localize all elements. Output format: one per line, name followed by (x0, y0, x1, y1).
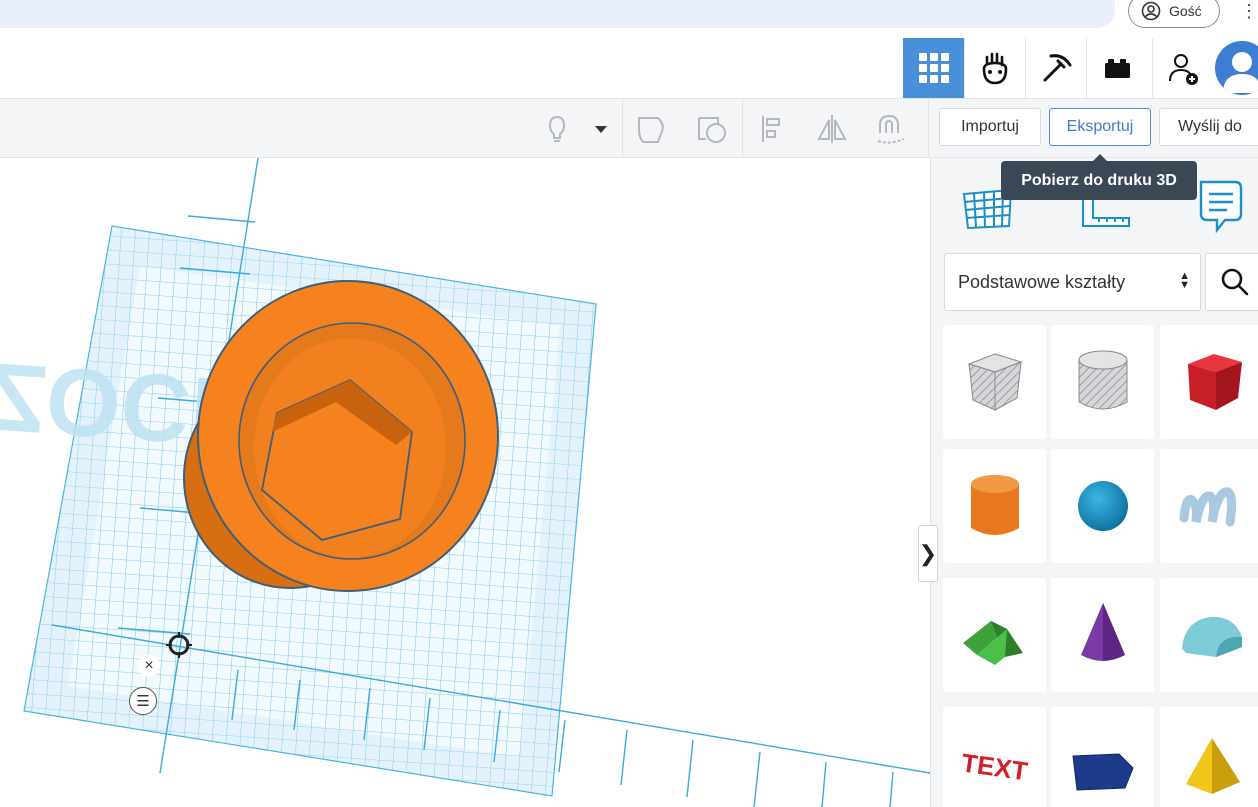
align-icon (762, 116, 780, 142)
address-bar[interactable] (0, 0, 1115, 28)
notes-button[interactable] (537, 109, 577, 149)
toolbar-divider (742, 99, 743, 158)
avatar-icon (1223, 52, 1258, 93)
app-window: Gość ⋮ Importuj Eksportuj Wyślij do ZOCK… (0, 0, 1258, 807)
workplane-menu-icon[interactable]: ☰ (129, 687, 157, 715)
browser-bar: Gość ⋮ (0, 0, 1258, 38)
3d-design-button[interactable] (903, 38, 964, 98)
shape-pyramid[interactable] (1160, 707, 1258, 807)
add-user-icon (1169, 54, 1198, 85)
shape-sphere[interactable] (1051, 449, 1154, 563)
shape-cone[interactable] (1051, 578, 1154, 692)
shape-box[interactable] (1160, 325, 1258, 439)
box-hole-icon (966, 353, 1023, 411)
shape-category-label: Podstawowe kształty (958, 271, 1126, 292)
shape-text[interactable]: TEXT (943, 707, 1046, 807)
bricks-icon (1105, 59, 1130, 78)
cone-icon (1080, 603, 1125, 661)
collapse-panel-button[interactable]: ❯ (918, 525, 938, 582)
ungroup-icon (698, 117, 726, 143)
close-icon[interactable]: × (138, 655, 160, 677)
roof-icon (962, 621, 1023, 665)
shapes-panel: Podstawowe kształty ▲ ▼ TEXT (930, 158, 1258, 807)
shape-category-select[interactable]: Podstawowe kształty ▲ ▼ (944, 253, 1201, 311)
cruise-button[interactable] (870, 109, 910, 149)
mirror-button[interactable] (812, 109, 852, 149)
align-button[interactable] (753, 109, 793, 149)
mirror-icon (817, 115, 847, 143)
caret-down-icon (595, 126, 607, 133)
send-to-button[interactable]: Wyślij do (1159, 108, 1258, 146)
toolbar-divider (928, 99, 929, 158)
ungroup-button[interactable] (692, 109, 732, 149)
toolbar-divider (622, 99, 623, 158)
select-arrows-icon: ▲ ▼ (1179, 270, 1190, 291)
shape-round-roof[interactable] (1160, 578, 1258, 692)
export-tooltip: Pobierz do druku 3D (1001, 154, 1197, 200)
export-button[interactable]: Eksportuj (1049, 108, 1151, 146)
shape-cylinder[interactable] (943, 449, 1046, 563)
box-icon (1187, 354, 1242, 410)
shape-roof[interactable] (943, 578, 1046, 692)
tab-notes[interactable] (1189, 176, 1247, 234)
svg-text:TEXT: TEXT (959, 747, 1029, 786)
shape-search-button[interactable] (1205, 253, 1258, 311)
lightbulb-icon (548, 115, 566, 142)
import-button[interactable]: Importuj (939, 108, 1041, 146)
circuits-button[interactable] (964, 38, 1025, 98)
guest-label: Gość (1169, 3, 1202, 19)
text-shape-icon: TEXT (959, 747, 1029, 786)
toolbar: Importuj Eksportuj Wyślij do (0, 99, 1258, 158)
browser-menu-icon[interactable]: ⋮ (1240, 0, 1258, 26)
notes-icon (1199, 180, 1243, 234)
circuits-icon (982, 52, 1008, 85)
user-avatar[interactable] (1215, 41, 1258, 95)
3d-design-icon (918, 53, 949, 83)
codeblocks-icon (1043, 54, 1072, 82)
polygon-icon (1071, 753, 1134, 791)
sphere-icon (1077, 481, 1128, 531)
shape-cylinder-hole[interactable] (1051, 325, 1154, 439)
shape-scribble[interactable] (1160, 449, 1258, 563)
workplane[interactable]: ZOCK × ☰ (0, 158, 930, 807)
group-icon (638, 117, 664, 143)
profile-icon (1141, 1, 1161, 21)
guest-profile-button[interactable]: Gość (1128, 0, 1220, 28)
app-header (0, 38, 1258, 99)
notes-dropdown[interactable] (583, 109, 619, 149)
round-roof-icon (1181, 616, 1242, 657)
shape-polygon[interactable] (1051, 707, 1154, 807)
group-button[interactable] (632, 109, 672, 149)
cylinder-hole-icon (1078, 350, 1127, 410)
shape-box-hole[interactable] (943, 325, 1046, 439)
pyramid-icon (1185, 738, 1240, 794)
scribble-icon (1179, 487, 1236, 527)
magnet-icon (877, 114, 905, 144)
cylinder-icon (970, 475, 1019, 535)
bricks-button[interactable] (1086, 38, 1147, 98)
codeblocks-button[interactable] (1025, 38, 1086, 98)
search-icon (1221, 268, 1249, 296)
add-user-button[interactable] (1152, 38, 1213, 98)
